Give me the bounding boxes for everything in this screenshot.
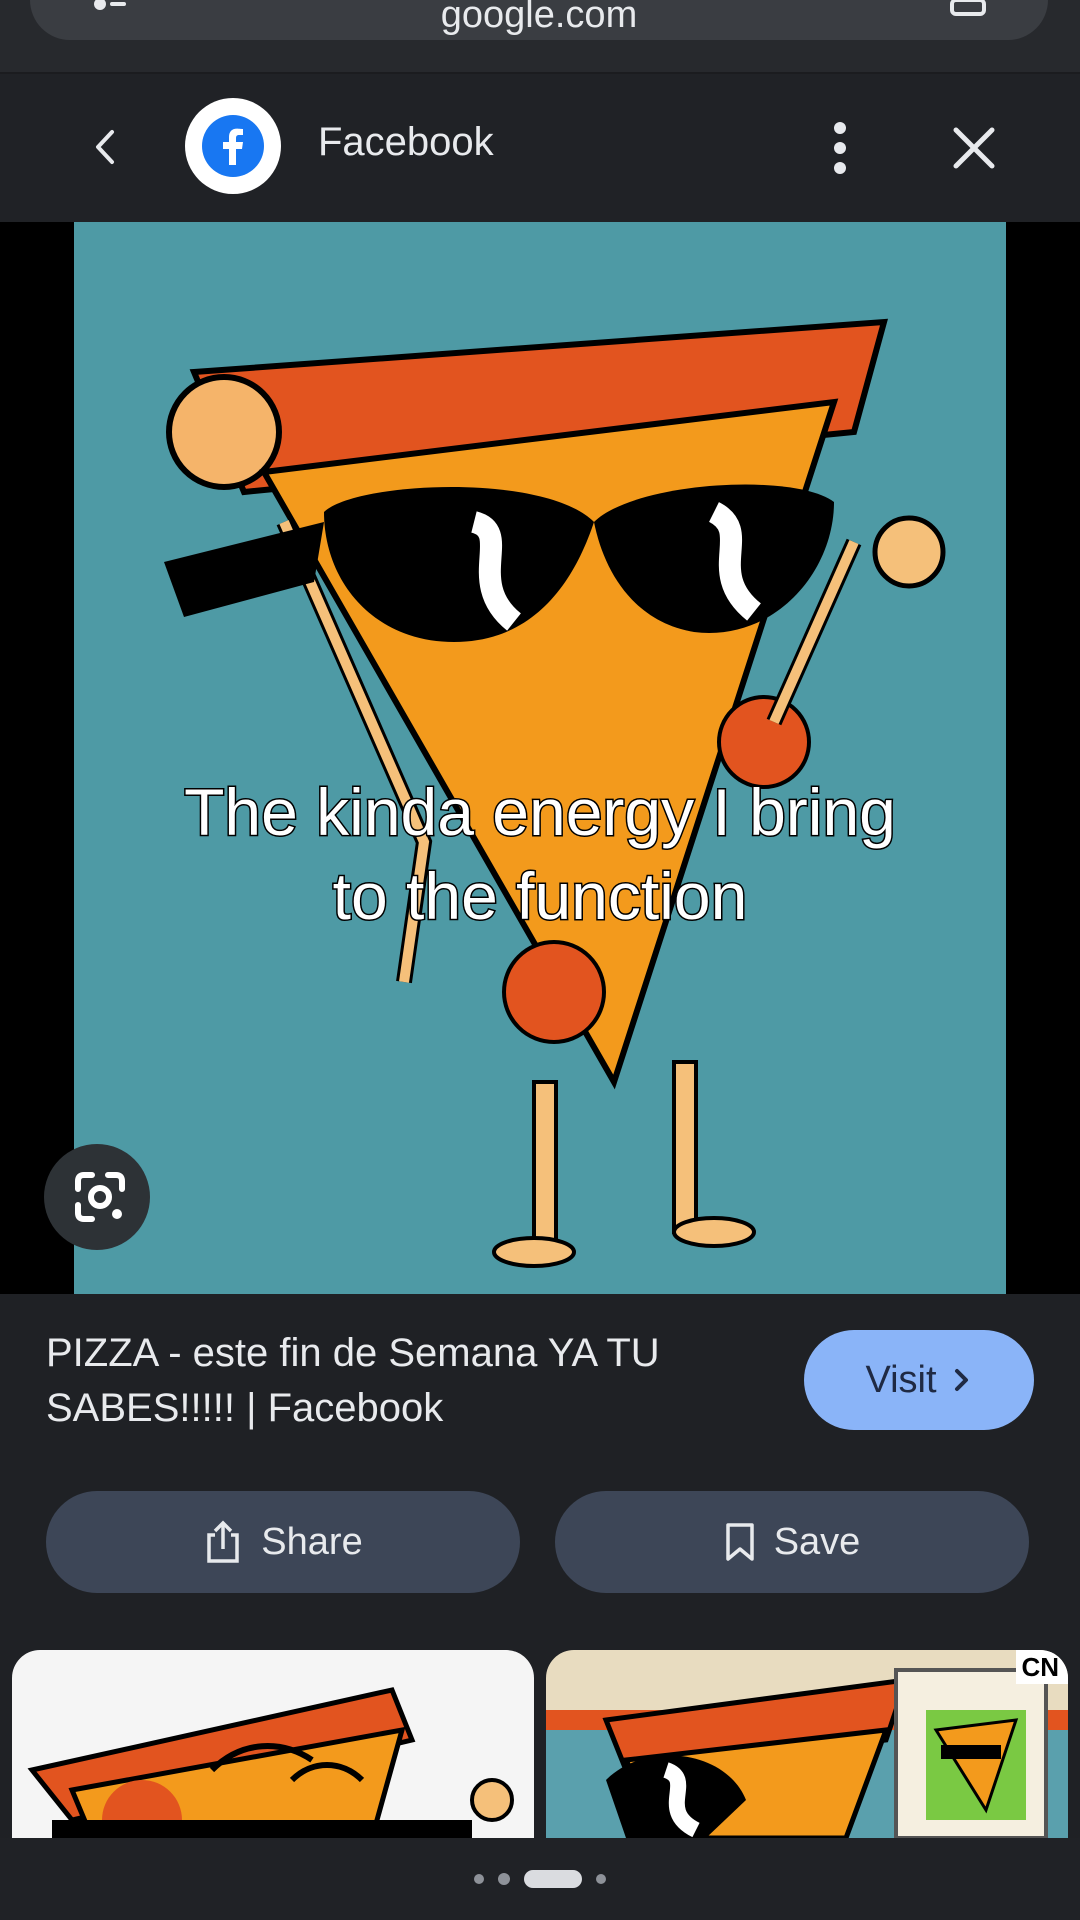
close-icon[interactable] [950, 124, 998, 172]
pager-dot-1 [474, 1874, 484, 1884]
share-label: Share [261, 1520, 363, 1563]
cn-badge: CN [1018, 1652, 1062, 1683]
pager-indicator [0, 1838, 1080, 1920]
image-viewer: The kinda energy I bring to the function [0, 222, 1080, 1294]
google-lens-icon [75, 1172, 125, 1222]
pizza-illustration [164, 318, 946, 1268]
related-pizza-illustration-2 [546, 1650, 1068, 1838]
related-image-1[interactable] [12, 1650, 534, 1838]
pager-dot-4 [596, 1874, 606, 1884]
preview-image[interactable]: The kinda energy I bring to the function [74, 222, 1006, 1294]
result-title[interactable]: PIZZA - este fin de Semana YA TU SABES!!… [46, 1326, 746, 1436]
url-bar[interactable]: google.com [30, 0, 1048, 40]
google-lens-button[interactable] [44, 1144, 150, 1250]
caption-line-2: to the function [331, 858, 749, 935]
save-label: Save [773, 1520, 861, 1563]
related-image-2[interactable]: CN [546, 1650, 1068, 1838]
site-name[interactable]: Facebook [318, 120, 494, 165]
back-button[interactable] [80, 122, 130, 172]
browser-toolbar: google.com [0, 0, 1080, 74]
site-settings-icon[interactable] [90, 0, 130, 18]
chevron-right-icon [954, 1369, 968, 1391]
caption-line-1: The kinda energy I bring [183, 774, 898, 851]
viewer-header: Facebook [0, 74, 1080, 222]
visit-button[interactable]: Visit [804, 1330, 1034, 1430]
url-text: google.com [440, 0, 638, 36]
save-button[interactable]: Save [555, 1491, 1029, 1593]
meme-caption: The kinda energy I bring to the function [74, 770, 1006, 938]
bookmark-icon [725, 1523, 754, 1561]
share-button[interactable]: Share [46, 1491, 520, 1593]
pager-dot-active [524, 1870, 582, 1888]
visit-label: Visit [865, 1358, 937, 1401]
more-vert-icon[interactable] [820, 118, 860, 178]
share-icon [207, 1520, 240, 1563]
pager-dot-2 [498, 1873, 510, 1885]
tabs-icon[interactable] [948, 0, 988, 18]
related-pizza-illustration-1 [27, 1687, 514, 1838]
facebook-logo-icon [185, 98, 281, 194]
